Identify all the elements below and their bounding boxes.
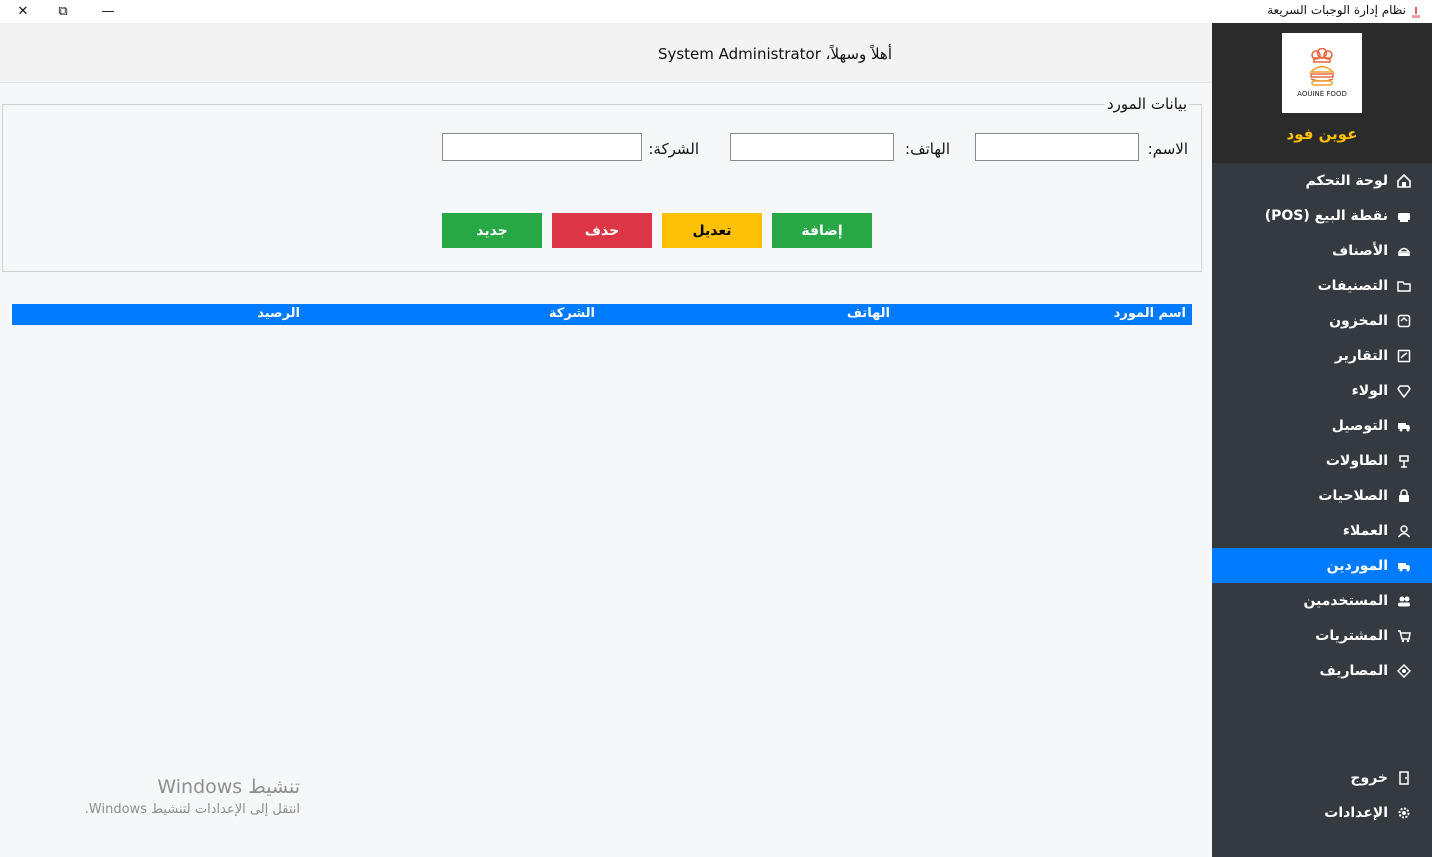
edit-button[interactable]: تعديل: [662, 213, 762, 248]
lock-icon: [1396, 488, 1412, 504]
name-label: الاسم:: [1147, 140, 1188, 158]
company-input[interactable]: [442, 133, 642, 161]
suppliers-table-header: اسم المورد الهاتف الشركة الرصيد: [12, 304, 1192, 325]
column-phone[interactable]: الهاتف: [847, 306, 890, 321]
company-label: الشركة:: [648, 140, 699, 158]
delete-button[interactable]: حذف: [552, 213, 652, 248]
sidebar-item-suppliers[interactable]: الموردين: [1212, 548, 1432, 583]
sidebar-item-loyalty[interactable]: الولاء: [1212, 373, 1432, 408]
customer-icon: [1396, 523, 1412, 539]
column-balance[interactable]: الرصيد: [257, 306, 300, 321]
gear-icon: [1396, 805, 1412, 821]
sidebar: AOUINE FOOD عوين فود لوحة التحكم نقطة ال…: [1212, 23, 1432, 857]
sidebar-item-customers[interactable]: العملاء: [1212, 513, 1432, 548]
form-legend: بيانات المورد: [1105, 95, 1189, 113]
items-icon: [1396, 243, 1412, 259]
sidebar-item-categories[interactable]: التصنيفات: [1212, 268, 1432, 303]
reports-icon: [1396, 348, 1412, 364]
burger-chef-logo-icon: [1309, 48, 1335, 86]
sidebar-item-inventory[interactable]: المخزون: [1212, 303, 1432, 338]
sidebar-item-permissions[interactable]: الصلاحيات: [1212, 478, 1432, 513]
table-icon: [1396, 453, 1412, 469]
sidebar-item-settings[interactable]: الإعدادات: [1212, 795, 1432, 830]
folder-icon: [1396, 278, 1412, 294]
minimize-window-button[interactable]: —: [85, 0, 131, 23]
dashboard-icon: [1396, 173, 1412, 189]
pos-icon: [1396, 208, 1412, 224]
truck-icon: [1396, 418, 1412, 434]
diamond-icon: [1396, 383, 1412, 399]
add-button[interactable]: إضافة: [772, 213, 872, 248]
phone-input[interactable]: [730, 133, 894, 161]
sidebar-item-reports[interactable]: التقارير: [1212, 338, 1432, 373]
logo-text: AOUINE FOOD: [1297, 90, 1347, 98]
new-button[interactable]: جديد: [442, 213, 542, 248]
sidebar-item-tables[interactable]: الطاولات: [1212, 443, 1432, 478]
sidebar-header: AOUINE FOOD عوين فود: [1212, 23, 1432, 163]
maximize-window-button[interactable]: ⧉: [40, 0, 86, 23]
activation-watermark-subtitle: انتقل إلى الإعدادات لتنشيط Windows.: [84, 802, 300, 817]
column-company[interactable]: الشركة: [549, 306, 595, 321]
users-icon: [1396, 593, 1412, 609]
main-content: أهلاً وسهلاً، System Administrator بيانا…: [0, 23, 1212, 857]
activation-watermark-title: تنشيط Windows: [157, 776, 300, 798]
sidebar-item-expenses[interactable]: المصاريف: [1212, 653, 1432, 688]
door-icon: [1396, 770, 1412, 786]
welcome-text: أهلاً وسهلاً، System Administrator: [657, 45, 892, 63]
sidebar-item-logout[interactable]: خروج: [1212, 760, 1432, 795]
sidebar-item-items[interactable]: الأصناف: [1212, 233, 1432, 268]
sidebar-item-dashboard[interactable]: لوحة التحكم: [1212, 163, 1432, 198]
title-bar: ✕ ⧉ — نظام إدارة الوجبات السريعة: [0, 0, 1432, 23]
brand-logo: AOUINE FOOD: [1282, 33, 1362, 113]
welcome-bar: أهلاً وسهلاً، System Administrator: [0, 23, 1212, 83]
inventory-icon: [1396, 313, 1412, 329]
name-input[interactable]: [975, 133, 1139, 161]
phone-label: الهاتف:: [905, 140, 950, 158]
app-icon: [1410, 4, 1422, 18]
truck-icon: [1396, 558, 1412, 574]
sidebar-item-users[interactable]: المستخدمين: [1212, 583, 1432, 618]
sidebar-item-delivery[interactable]: التوصيل: [1212, 408, 1432, 443]
cart-icon: [1396, 628, 1412, 644]
supplier-form: بيانات المورد الاسم: الهاتف: الشركة: إضا…: [2, 95, 1202, 272]
sidebar-item-purchases[interactable]: المشتريات: [1212, 618, 1432, 653]
sidebar-item-pos[interactable]: نقطة البيع (POS): [1212, 198, 1432, 233]
column-supplier-name[interactable]: اسم المورد: [1114, 306, 1186, 321]
expenses-icon: [1396, 663, 1412, 679]
window-title: نظام إدارة الوجبات السريعة: [1267, 3, 1406, 17]
brand-name: عوين فود: [1286, 125, 1358, 143]
